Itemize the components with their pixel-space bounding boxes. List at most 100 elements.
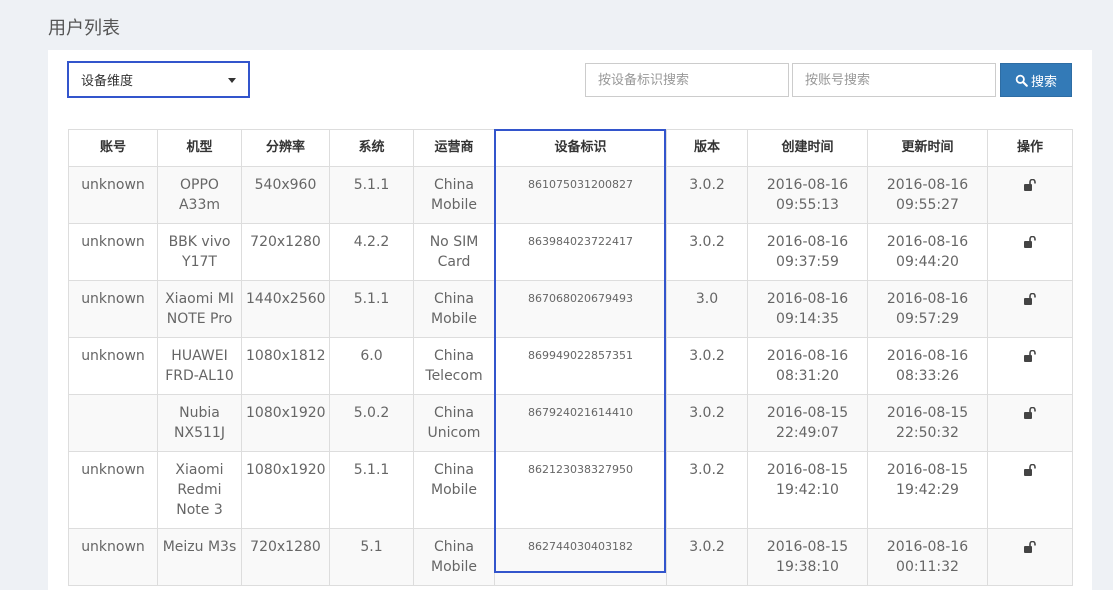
created-time-cell: 2016-08-15 22:49:07 xyxy=(747,394,868,452)
column-header-resolution: 分辨率 xyxy=(241,129,330,167)
carrier-cell: China Mobile xyxy=(413,528,495,586)
unlock-icon[interactable] xyxy=(1023,179,1037,191)
table-header-row: 账号 机型 分辨率 系统 运营商 设备标识 版本 创建时间 更新时间 操作 xyxy=(68,129,1073,167)
user-table: 账号 机型 分辨率 系统 运营商 设备标识 版本 创建时间 更新时间 操作 un… xyxy=(68,129,1073,586)
model-cell: Meizu M3s xyxy=(157,528,242,586)
page-title: 用户列表 xyxy=(48,18,120,39)
unlock-icon[interactable] xyxy=(1023,350,1037,362)
updated-time-cell: 2016-08-16 00:11:32 xyxy=(867,528,988,586)
column-header-account: 账号 xyxy=(68,129,158,167)
masked-account xyxy=(111,405,115,421)
column-header-carrier: 运营商 xyxy=(413,129,495,167)
updated-time-cell: 2016-08-16 08:33:26 xyxy=(867,337,988,395)
account-cell xyxy=(68,394,158,452)
os-cell: 4.2.2 xyxy=(329,223,414,281)
version-cell: 3.0.2 xyxy=(666,528,748,586)
updated-time-cell: 2016-08-15 22:50:32 xyxy=(867,394,988,452)
account-cell: unknown xyxy=(68,528,158,586)
created-time-cell: 2016-08-15 19:42:10 xyxy=(747,451,868,529)
os-cell: 5.1.1 xyxy=(329,166,414,224)
search-button[interactable]: 搜索 xyxy=(1000,63,1072,97)
table-body: unknown OPPO A33m 540x960 5.1.1 China Mobile… xyxy=(68,166,1073,586)
table-row: unknown OPPO A33m 540x960 5.1.1 China Mobile… xyxy=(68,166,1073,224)
table-row: unknown Xiaomi Redmi Note 3 1080x1920 5.1.1… xyxy=(68,451,1073,529)
account-cell: unknown xyxy=(68,451,158,529)
version-cell: 3.0.2 xyxy=(666,166,748,224)
device-id-cell: 861075031200827 xyxy=(494,166,667,224)
table-row: Nubia NX511J 1080x1920 5.0.2 China Unicom 86… xyxy=(68,394,1073,452)
os-cell: 5.0.2 xyxy=(329,394,414,452)
account-search-input[interactable] xyxy=(792,63,996,97)
os-cell: 5.1.1 xyxy=(329,451,414,529)
unlock-icon[interactable] xyxy=(1023,464,1037,476)
os-cell: 6.0 xyxy=(329,337,414,395)
table-row: unknown BBK vivo Y17T 720x1280 4.2.2 No SIM … xyxy=(68,223,1073,281)
action-cell xyxy=(987,528,1073,586)
device-id-cell: 862744030403182 xyxy=(494,528,667,586)
dimension-select[interactable]: 设备维度 xyxy=(67,61,250,98)
column-header-created: 创建时间 xyxy=(747,129,868,167)
account-cell: unknown xyxy=(68,337,158,395)
model-cell: OPPO A33m xyxy=(157,166,242,224)
dimension-select-value: 设备维度 xyxy=(81,74,134,89)
resolution-cell: 1440x2560 xyxy=(241,280,330,338)
column-header-updated: 更新时间 xyxy=(867,129,988,167)
action-cell xyxy=(987,337,1073,395)
carrier-cell: China Mobile xyxy=(413,280,495,338)
version-cell: 3.0.2 xyxy=(666,337,748,395)
os-cell: 5.1.1 xyxy=(329,280,414,338)
table-row: unknown Meizu M3s 720x1280 5.1 China Mobile 8… xyxy=(68,528,1073,586)
column-header-action: 操作 xyxy=(987,129,1073,167)
carrier-cell: China Unicom xyxy=(413,394,495,452)
action-cell xyxy=(987,451,1073,529)
account-cell: unknown xyxy=(68,223,158,281)
updated-time-cell: 2016-08-15 19:42:29 xyxy=(867,451,988,529)
action-cell xyxy=(987,166,1073,224)
user-list-panel: 设备维度 搜索 账号 机型 分辨率 系统 运营商 设备标识 版本 创建时间 xyxy=(48,50,1092,590)
resolution-cell: 540x960 xyxy=(241,166,330,224)
created-time-cell: 2016-08-16 09:37:59 xyxy=(747,223,868,281)
created-time-cell: 2016-08-16 09:14:35 xyxy=(747,280,868,338)
created-time-cell: 2016-08-16 08:31:20 xyxy=(747,337,868,395)
model-cell: Xiaomi MI NOTE Pro xyxy=(157,280,242,338)
carrier-cell: China Mobile xyxy=(413,451,495,529)
resolution-cell: 1080x1920 xyxy=(241,451,330,529)
updated-time-cell: 2016-08-16 09:57:29 xyxy=(867,280,988,338)
column-header-device-id: 设备标识 xyxy=(494,129,667,167)
version-cell: 3.0.2 xyxy=(666,451,748,529)
carrier-cell: No SIM Card xyxy=(413,223,495,281)
created-time-cell: 2016-08-16 09:55:13 xyxy=(747,166,868,224)
model-cell: BBK vivo Y17T xyxy=(157,223,242,281)
unlock-icon[interactable] xyxy=(1023,541,1037,553)
table-row: unknown HUAWEI FRD-AL10 1080x1812 6.0 China … xyxy=(68,337,1073,395)
device-id-search-input[interactable] xyxy=(585,63,789,97)
action-cell xyxy=(987,280,1073,338)
action-cell xyxy=(987,394,1073,452)
column-header-os: 系统 xyxy=(329,129,414,167)
device-id-cell: 869949022857351 xyxy=(494,337,667,395)
search-button-label: 搜索 xyxy=(1030,74,1057,90)
unlock-icon[interactable] xyxy=(1023,407,1037,419)
resolution-cell: 1080x1812 xyxy=(241,337,330,395)
updated-time-cell: 2016-08-16 09:55:27 xyxy=(867,166,988,224)
device-id-cell: 867068020679493 xyxy=(494,280,667,338)
updated-time-cell: 2016-08-16 09:44:20 xyxy=(867,223,988,281)
unlock-icon[interactable] xyxy=(1023,236,1037,248)
carrier-cell: China Mobile xyxy=(413,166,495,224)
device-id-cell: 867924021614410 xyxy=(494,394,667,452)
action-cell xyxy=(987,223,1073,281)
caret-down-icon xyxy=(228,78,236,83)
model-cell: Nubia NX511J xyxy=(157,394,242,452)
carrier-cell: China Telecom xyxy=(413,337,495,395)
account-cell: unknown xyxy=(68,280,158,338)
version-cell: 3.0 xyxy=(666,280,748,338)
version-cell: 3.0.2 xyxy=(666,394,748,452)
resolution-cell: 720x1280 xyxy=(241,223,330,281)
account-cell: unknown xyxy=(68,166,158,224)
table-row: unknown Xiaomi MI NOTE Pro 1440x2560 5.1.1 C… xyxy=(68,280,1073,338)
column-header-version: 版本 xyxy=(666,129,748,167)
resolution-cell: 1080x1920 xyxy=(241,394,330,452)
column-header-model: 机型 xyxy=(157,129,242,167)
device-id-cell: 862123038327950 xyxy=(494,451,667,529)
unlock-icon[interactable] xyxy=(1023,293,1037,305)
